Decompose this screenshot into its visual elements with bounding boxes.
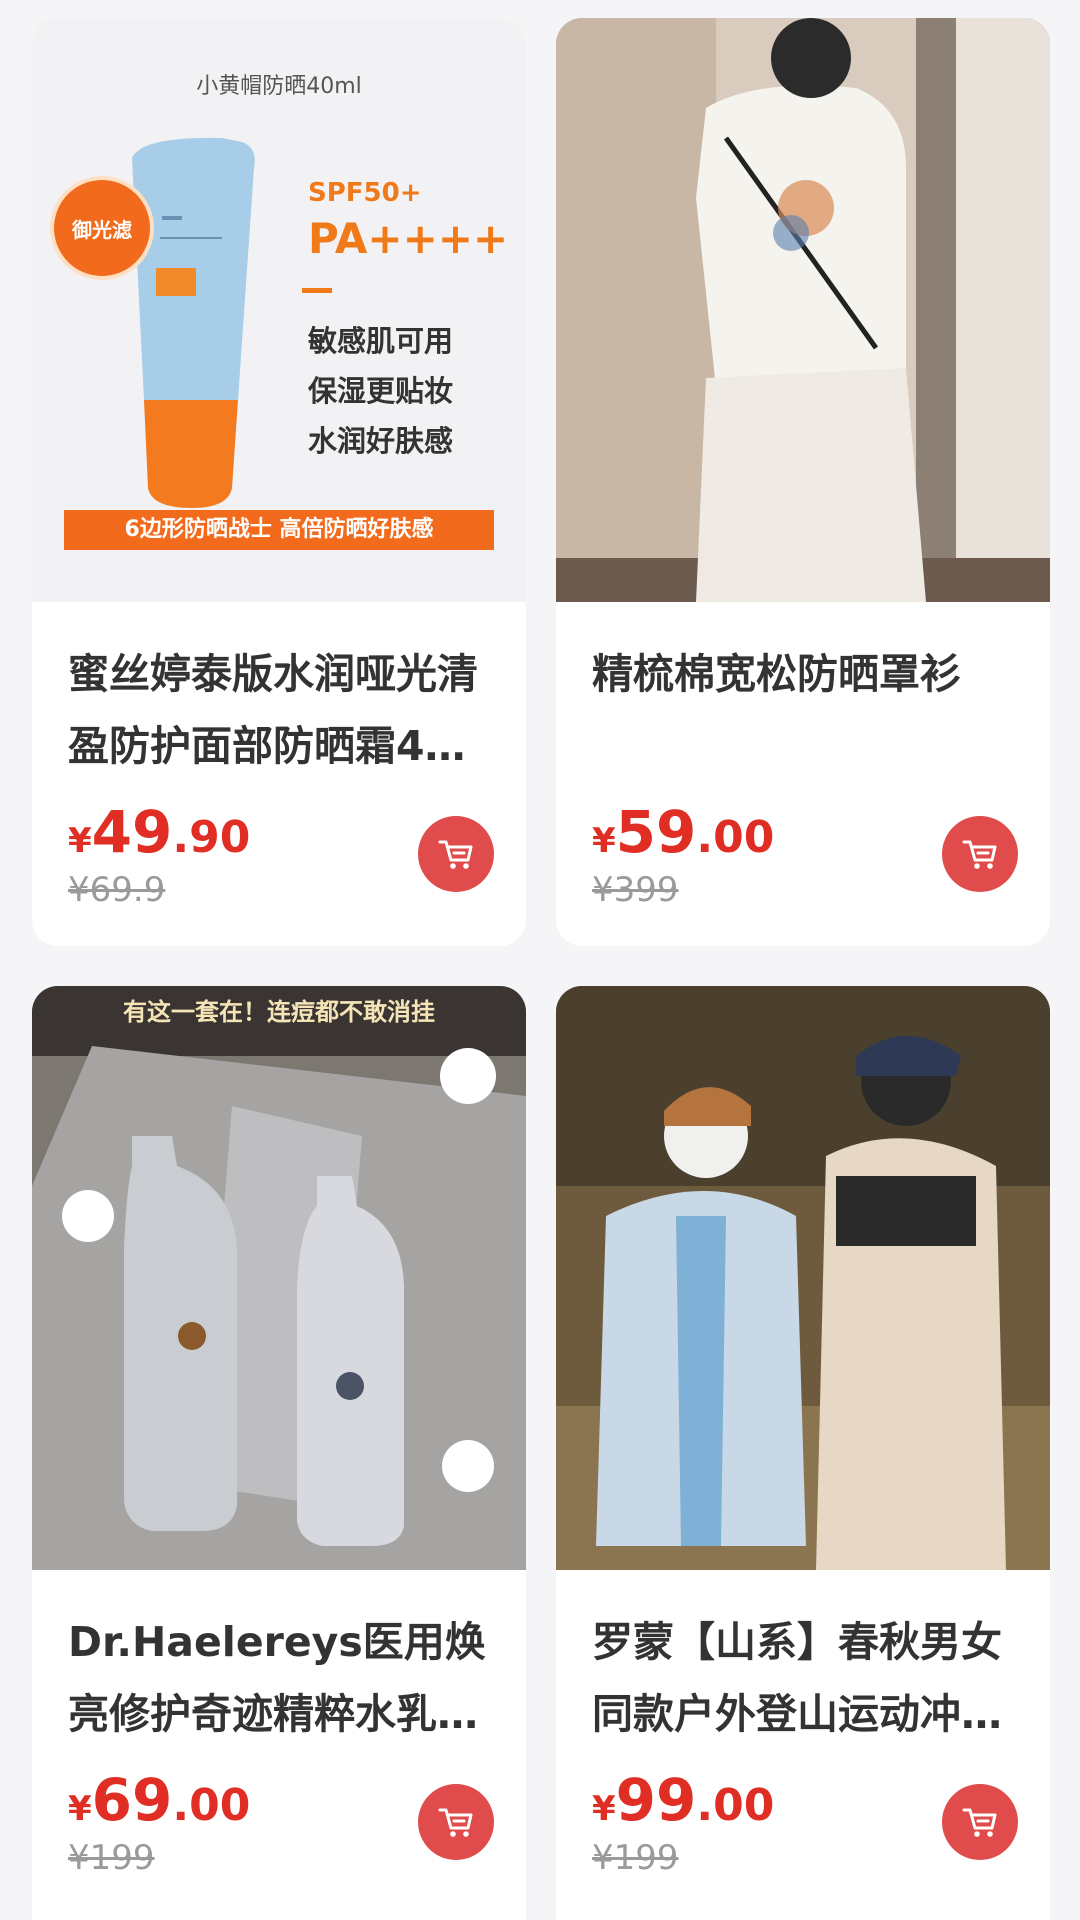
product-price: ¥99.00 — [592, 1766, 774, 1834]
original-price: ¥199 — [592, 1838, 679, 1878]
price-integer: 69 — [91, 1766, 173, 1834]
product-price: ¥49.90 — [68, 798, 250, 866]
price-currency: ¥ — [68, 1789, 92, 1829]
image-spf-text: SPF50+ — [308, 178, 422, 208]
product-price: ¥69.00 — [68, 1766, 250, 1834]
product-image[interactable]: 有这一套在！连痘都不敢消挂 — [32, 986, 526, 1570]
price-integer: 49 — [91, 798, 173, 866]
price-currency: ¥ — [592, 1789, 616, 1829]
product-card[interactable]: 有这一套在！连痘都不敢消挂 Dr.Haelereys医用焕亮修护奇迹精粹水乳组合… — [32, 986, 526, 1920]
original-price: ¥69.9 — [68, 870, 166, 910]
product-image[interactable] — [556, 18, 1050, 602]
image-feature-text: 保湿更贴妆 — [308, 374, 454, 408]
image-caption: 有这一套在！连痘都不敢消挂 — [123, 998, 435, 1026]
price-integer: 99 — [615, 1766, 697, 1834]
product-price: ¥59.00 — [592, 798, 774, 866]
product-image[interactable]: 小黄帽防晒40ml SPF50+ PA++++ 敏感肌可用 保湿更贴妆 水润好肤… — [32, 18, 526, 602]
image-feature-text: 水润好肤感 — [308, 424, 454, 458]
product-card[interactable]: 小黄帽防晒40ml SPF50+ PA++++ 敏感肌可用 保湿更贴妆 水润好肤… — [32, 18, 526, 946]
shopping-cart-icon — [438, 1808, 473, 1837]
shopping-cart-icon — [438, 840, 473, 869]
image-feature-text: 敏感肌可用 — [308, 324, 454, 358]
price-decimal: .00 — [696, 1780, 775, 1831]
add-to-cart-button[interactable] — [942, 816, 1018, 892]
price-currency: ¥ — [592, 821, 616, 861]
price-decimal: .90 — [172, 812, 251, 863]
price-decimal: .00 — [696, 812, 775, 863]
original-price: ¥399 — [592, 870, 679, 910]
price-currency: ¥ — [68, 821, 92, 861]
image-badge: 御光滤 — [50, 176, 154, 280]
add-to-cart-button[interactable] — [942, 1784, 1018, 1860]
product-title[interactable]: 蜜丝婷泰版水润哑光清盈防护面部防晒霜40ml — [68, 638, 492, 782]
add-to-cart-button[interactable] — [418, 1784, 494, 1860]
image-banner: 6边形防晒战士 高倍防晒好肤感 — [64, 510, 494, 550]
product-card[interactable]: 精梳棉宽松防晒罩衫 ¥59.00 ¥399 — [556, 18, 1050, 946]
price-decimal: .00 — [172, 1780, 251, 1831]
original-price: ¥199 — [68, 1838, 155, 1878]
product-image[interactable] — [556, 986, 1050, 1570]
image-pa-text: PA++++ — [308, 214, 509, 263]
shopping-cart-icon — [962, 1808, 997, 1837]
product-title[interactable]: 精梳棉宽松防晒罩衫 — [592, 638, 1016, 710]
product-title[interactable]: 罗蒙【山系】春秋男女同款户外登山运动冲锋衣 — [592, 1606, 1016, 1750]
shopping-cart-icon — [962, 840, 997, 869]
product-grid: 小黄帽防晒40ml SPF50+ PA++++ 敏感肌可用 保湿更贴妆 水润好肤… — [0, 0, 1080, 1920]
product-card[interactable]: 罗蒙【山系】春秋男女同款户外登山运动冲锋衣 ¥99.00 ¥199 — [556, 986, 1050, 1920]
add-to-cart-button[interactable] — [418, 816, 494, 892]
product-title[interactable]: Dr.Haelereys医用焕亮修护奇迹精粹水乳组合 — [68, 1606, 492, 1750]
price-integer: 59 — [615, 798, 697, 866]
image-top-text: 小黄帽防晒40ml — [196, 74, 362, 99]
